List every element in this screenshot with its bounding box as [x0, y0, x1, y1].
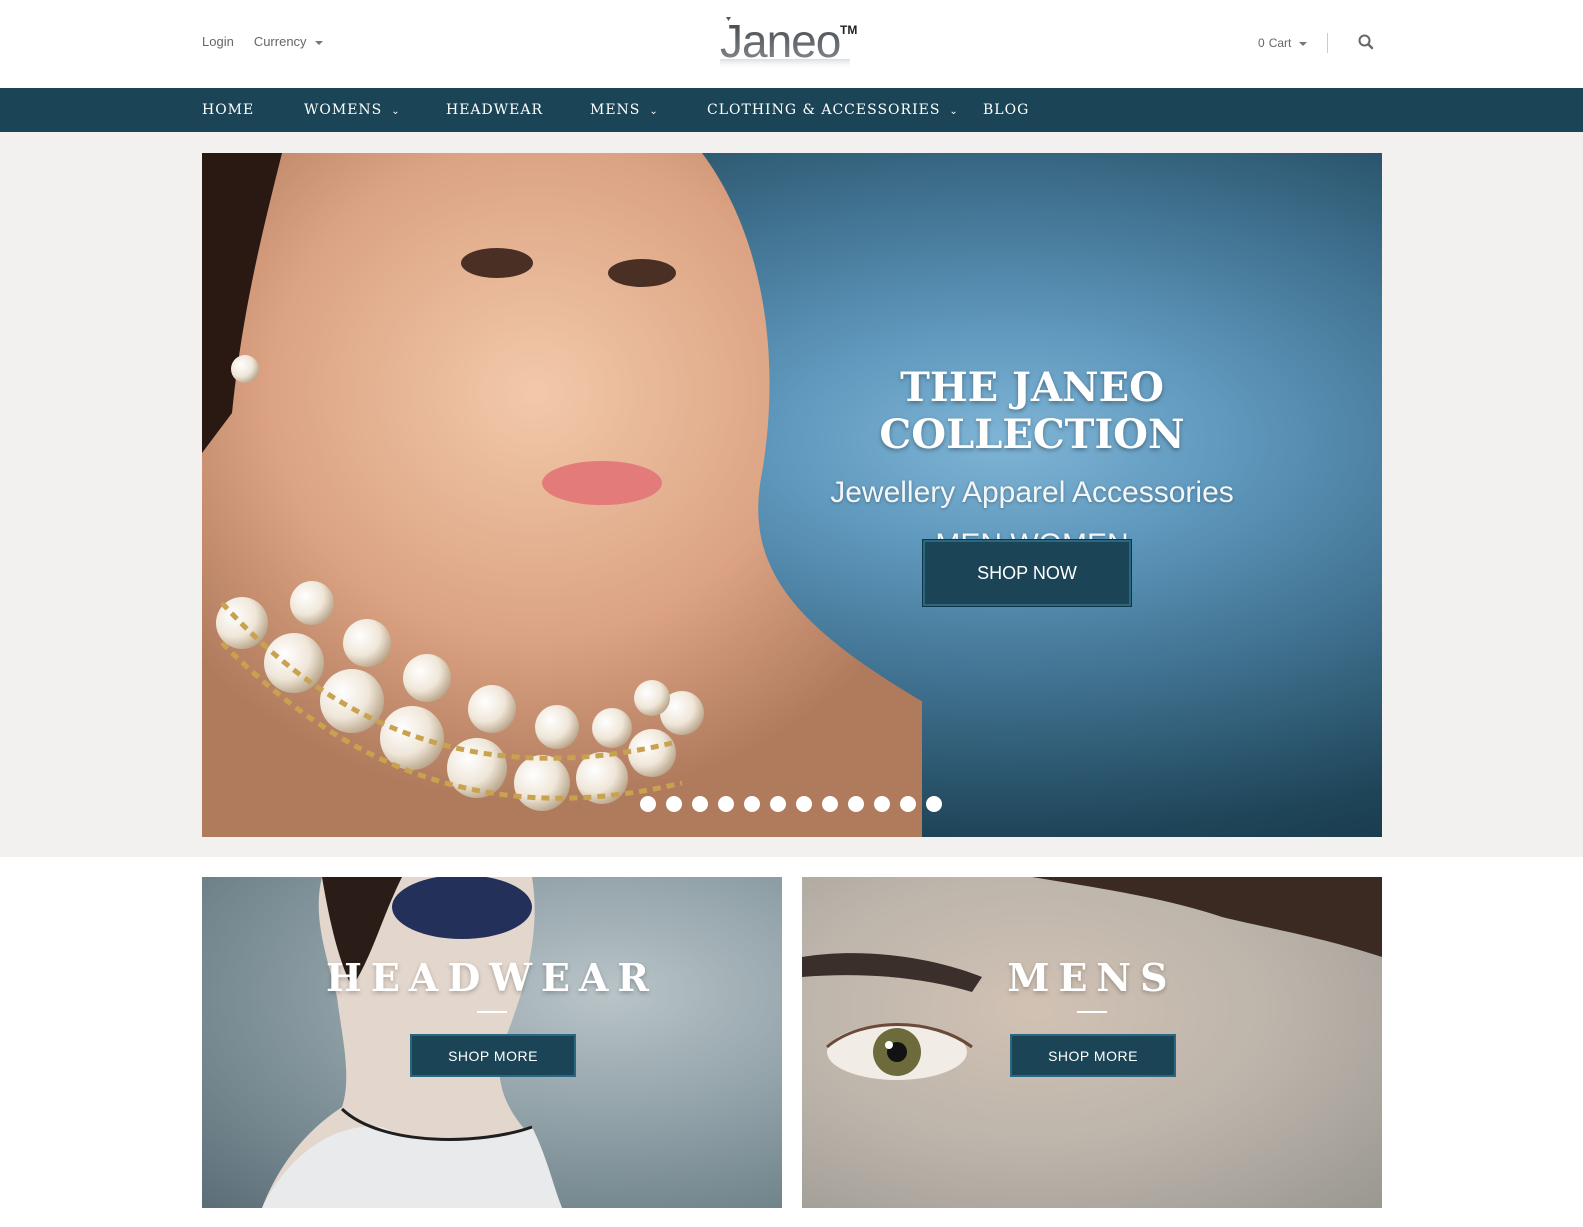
top-right-links: 0 Cart	[1258, 33, 1329, 53]
nav-item-label: HEADWEAR	[446, 102, 544, 118]
hero-title: THE JANEO COLLECTION	[879, 364, 1185, 458]
logo-mark: Janeo TM	[720, 15, 857, 69]
chevron-down-icon: ⌄	[649, 105, 659, 117]
slider-dot[interactable]	[848, 796, 864, 812]
site-logo[interactable]: Janeo TM	[720, 12, 865, 72]
hero-caption: THE JANEO COLLECTION Jewellery Apparel A…	[772, 364, 1292, 562]
hero-subtitle: Jewellery Apparel Accessories	[830, 476, 1234, 509]
slider-dot[interactable]	[718, 796, 734, 812]
slider-pagination	[640, 796, 942, 812]
cart-count: 0	[1258, 36, 1265, 50]
nav-item-womens[interactable]: WOMENS ⌄	[304, 88, 401, 132]
nav-item-headwear[interactable]: HEADWEAR	[446, 88, 543, 132]
category-banner-mens[interactable]: MENS SHOP MORE	[802, 877, 1382, 1208]
divider	[1077, 1011, 1107, 1013]
banner-title: MENS	[1007, 955, 1177, 1000]
shop-more-button[interactable]: SHOP MORE	[1010, 1034, 1176, 1077]
slider-dot[interactable]	[926, 796, 942, 812]
slider-dot[interactable]	[744, 796, 760, 812]
caret-down-icon	[1299, 42, 1308, 46]
cart-label: Cart	[1268, 36, 1292, 50]
slider-dot[interactable]	[900, 796, 916, 812]
chevron-down-icon: ⌄	[949, 105, 959, 117]
top-header: Login Currency Janeo TM 0 Cart	[0, 0, 1583, 88]
main-nav: HOME WOMENS ⌄ HEADWEAR MENS ⌄ CLOTHING &…	[0, 88, 1583, 132]
slider-dot[interactable]	[666, 796, 682, 812]
nav-item-mens[interactable]: MENS ⌄	[590, 88, 659, 132]
top-left-links: Login Currency	[202, 34, 323, 49]
nav-item-label: CLOTHING & ACCESSORIES	[707, 102, 941, 118]
nav-item-label: BLOG	[983, 102, 1030, 118]
chevron-down-icon: ⌄	[391, 105, 401, 117]
slider-dot[interactable]	[770, 796, 786, 812]
slider-dot[interactable]	[796, 796, 812, 812]
search-icon[interactable]	[1357, 33, 1375, 51]
divider	[1327, 33, 1329, 53]
nav-item-clothing-accessories[interactable]: CLOTHING & ACCESSORIES ⌄	[707, 88, 959, 132]
shop-more-button[interactable]: SHOP MORE	[410, 1034, 576, 1077]
currency-dropdown[interactable]: Currency	[254, 34, 323, 49]
divider	[477, 1011, 507, 1013]
nav-item-blog[interactable]: BLOG	[983, 88, 1029, 132]
login-link[interactable]: Login	[202, 34, 234, 49]
slider-dot[interactable]	[640, 796, 656, 812]
nav-item-label: HOME	[202, 102, 255, 118]
logo-tm: TM	[840, 23, 857, 37]
nav-item-label: WOMENS	[304, 102, 383, 118]
nav-item-label: MENS	[590, 102, 641, 118]
category-banner-headwear[interactable]: HEADWEAR SHOP MORE	[202, 877, 782, 1208]
slider-dot[interactable]	[822, 796, 838, 812]
caret-down-icon	[314, 40, 323, 45]
nav-item-home[interactable]: HOME	[202, 88, 254, 132]
banner-title: HEADWEAR	[325, 955, 658, 1000]
slider-dot[interactable]	[874, 796, 890, 812]
currency-label: Currency	[253, 34, 307, 49]
shop-now-button[interactable]: SHOP NOW	[923, 540, 1131, 606]
cart-link[interactable]: 0 Cart	[1258, 36, 1308, 50]
slider-dot[interactable]	[692, 796, 708, 812]
